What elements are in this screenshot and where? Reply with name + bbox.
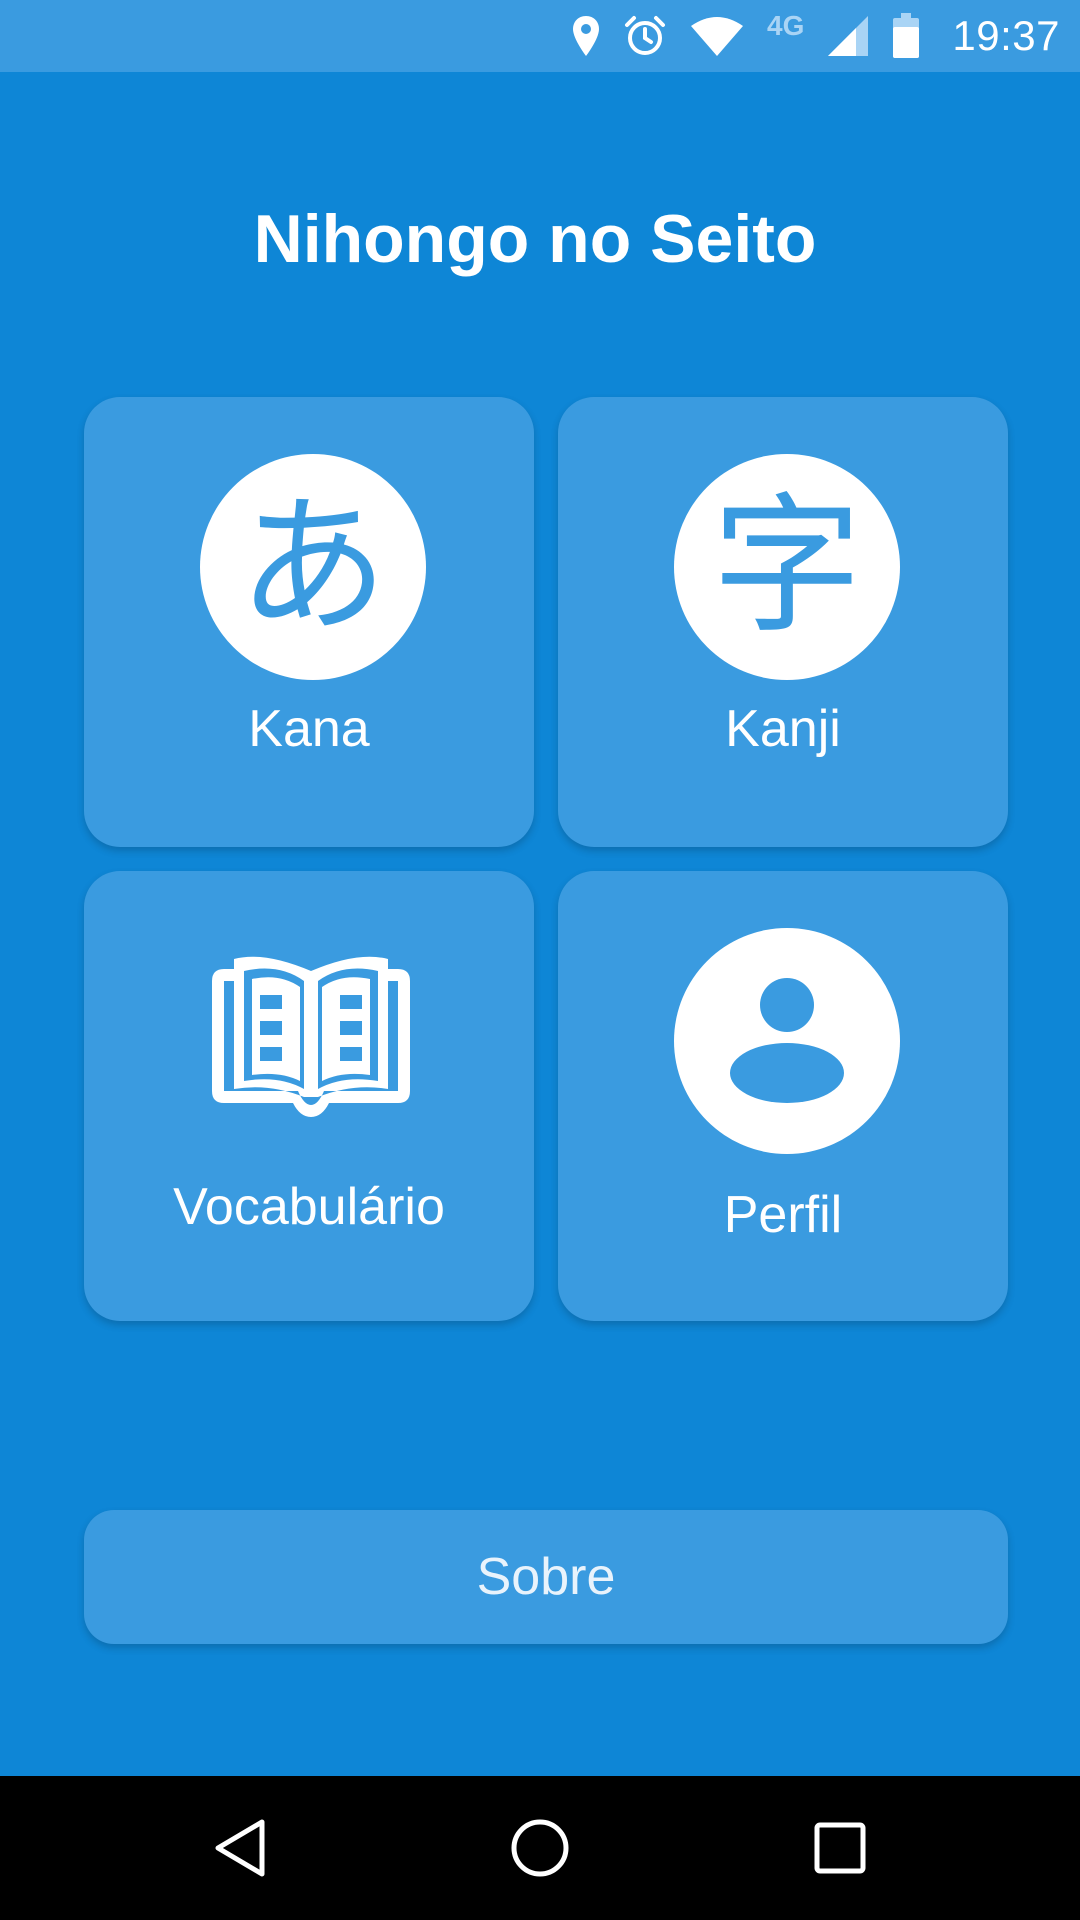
wifi-icon: [689, 14, 745, 58]
app-title: Nihongo no Seito: [253, 201, 817, 277]
home-button[interactable]: [508, 1816, 572, 1880]
back-button[interactable]: [208, 1816, 272, 1880]
status-icons: 4G 19:37: [571, 0, 1060, 72]
navigation-bar: [0, 1776, 1080, 1920]
kana-label: Kana: [248, 700, 370, 758]
status-bar: 4G 19:37: [0, 0, 1080, 72]
hiragana-a-icon: あ: [200, 454, 426, 680]
recents-icon: [814, 1822, 866, 1874]
vocabulary-tile[interactable]: Vocabulário: [84, 871, 534, 1321]
location-icon: [571, 14, 601, 58]
kanji-tile[interactable]: 字 Kanji: [558, 397, 1008, 847]
about-button-label: Sobre: [476, 1548, 616, 1606]
back-icon: [215, 1819, 265, 1877]
person-silhouette-icon: [730, 978, 844, 1103]
cell-signal-icon: [826, 14, 870, 58]
vocabulary-label: Vocabulário: [173, 1178, 445, 1236]
home-icon: [511, 1819, 569, 1877]
battery-icon: [892, 13, 920, 59]
network-type-label: 4G: [767, 10, 805, 41]
kanji-ji-icon: 字: [674, 454, 900, 680]
kanji-label: Kanji: [725, 700, 841, 758]
profile-tile[interactable]: Perfil: [558, 871, 1008, 1321]
recents-button[interactable]: [808, 1816, 872, 1880]
open-book-icon: [212, 956, 410, 1117]
profile-icon: [674, 928, 900, 1154]
kana-tile[interactable]: あ Kana: [84, 397, 534, 847]
status-time: 19:37: [952, 12, 1060, 59]
alarm-icon: [623, 14, 667, 58]
profile-label: Perfil: [723, 1186, 843, 1244]
home-screen: 4G 19:37 Nihongo no Seito あ Kana 字 Kanji…: [0, 0, 1080, 1920]
about-button[interactable]: Sobre: [84, 1510, 1008, 1644]
kanji-ji-glyph: 字: [711, 480, 862, 654]
hiragana-a-glyph: あ: [237, 480, 388, 654]
